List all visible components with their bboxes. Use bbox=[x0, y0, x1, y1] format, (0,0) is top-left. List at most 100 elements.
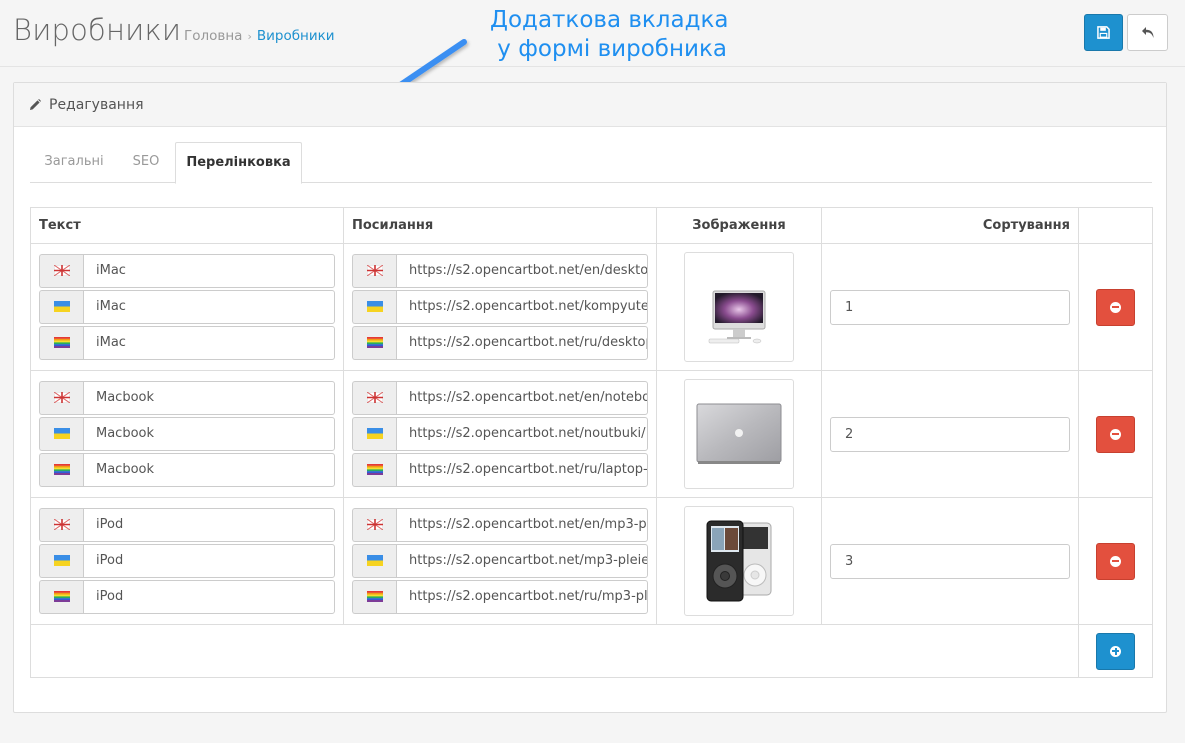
text-input-group: iPod bbox=[39, 579, 335, 614]
ipod-image bbox=[706, 520, 772, 602]
flag-uk-icon bbox=[39, 416, 83, 451]
tab-interlinking[interactable]: Перелінковка bbox=[175, 142, 302, 184]
text-input-group: iPod bbox=[39, 543, 335, 578]
action-cell bbox=[1078, 243, 1153, 371]
tab-general[interactable]: Загальні bbox=[30, 142, 118, 183]
add-row-button[interactable] bbox=[1096, 632, 1135, 670]
link-input-en[interactable]: https://s2.opencartbot.net/en/notebooks/ bbox=[396, 380, 648, 415]
text-cell: Macbook Macbook Macbook bbox=[30, 370, 344, 498]
link-input-group: https://s2.opencartbot.net/ru/desktops/ bbox=[352, 325, 648, 360]
minus-circle-icon bbox=[1110, 428, 1121, 440]
link-input-group: https://s2.opencartbot.net/en/notebooks/ bbox=[352, 380, 648, 415]
column-header-sort: Сортування bbox=[821, 207, 1079, 244]
image-thumbnail[interactable] bbox=[684, 506, 794, 616]
breadcrumb-current[interactable]: Виробники bbox=[257, 28, 335, 44]
flag-en-icon bbox=[39, 507, 83, 542]
text-input-en[interactable]: iPod bbox=[83, 507, 335, 542]
flag-en-icon bbox=[366, 265, 383, 276]
flag-ru-icon bbox=[53, 591, 70, 602]
flag-uk-icon bbox=[39, 543, 83, 578]
flag-en-icon bbox=[366, 519, 383, 530]
image-cell bbox=[656, 497, 822, 625]
minus-circle-icon bbox=[1110, 301, 1121, 313]
back-button[interactable] bbox=[1127, 14, 1168, 51]
flag-ru-icon bbox=[352, 452, 396, 487]
flag-en-icon bbox=[352, 380, 396, 415]
text-input-uk[interactable]: Macbook bbox=[83, 416, 335, 451]
text-input-ru[interactable]: iMac bbox=[83, 325, 335, 360]
flag-uk-icon bbox=[39, 289, 83, 324]
flag-ru-icon bbox=[366, 591, 383, 602]
edit-panel: Редагування Загальні SEO Перелінковка Те… bbox=[13, 82, 1167, 713]
sort-cell: 2 bbox=[821, 370, 1079, 498]
sort-cell: 1 bbox=[821, 243, 1079, 371]
text-input-group: Macbook bbox=[39, 452, 335, 487]
link-input-uk[interactable]: https://s2.opencartbot.net/mp3-pleiery/ bbox=[396, 543, 648, 578]
flag-ru-icon bbox=[39, 579, 83, 614]
flag-ru-icon bbox=[39, 452, 83, 487]
link-input-ru[interactable]: https://s2.opencartbot.net/ru/laptop-not… bbox=[396, 452, 648, 487]
flag-ru-icon bbox=[366, 337, 383, 348]
link-cell: https://s2.opencartbot.net/en/notebooks/… bbox=[343, 370, 657, 498]
flag-ru-icon bbox=[366, 464, 383, 475]
macbook-image bbox=[696, 403, 782, 464]
footer-spacer bbox=[30, 624, 1079, 678]
text-input-ru[interactable]: iPod bbox=[83, 579, 335, 614]
image-thumbnail[interactable] bbox=[684, 252, 794, 362]
action-cell bbox=[1078, 624, 1153, 678]
link-input-ru[interactable]: https://s2.opencartbot.net/ru/mp3-player… bbox=[396, 579, 648, 614]
links-table: Текст Посилання Зображення Сортування iM… bbox=[30, 207, 1153, 678]
flag-en-icon bbox=[39, 380, 83, 415]
link-input-group: https://s2.opencartbot.net/ru/laptop-not… bbox=[352, 452, 648, 487]
image-thumbnail[interactable] bbox=[684, 379, 794, 489]
column-header-image: Зображення bbox=[656, 207, 822, 244]
remove-row-button[interactable] bbox=[1096, 288, 1135, 326]
link-input-en[interactable]: https://s2.opencartbot.net/en/mp3-player… bbox=[396, 507, 648, 542]
text-input-en[interactable]: Macbook bbox=[83, 380, 335, 415]
plus-circle-icon bbox=[1110, 645, 1121, 657]
tab-seo[interactable]: SEO bbox=[118, 142, 174, 183]
table-footer-row bbox=[30, 624, 1153, 678]
action-cell bbox=[1078, 370, 1153, 498]
text-input-group: Macbook bbox=[39, 380, 335, 415]
text-input-uk[interactable]: iMac bbox=[83, 289, 335, 324]
column-header-text: Текст bbox=[30, 207, 344, 244]
text-input-group: iPod bbox=[39, 507, 335, 542]
text-input-group: Macbook bbox=[39, 416, 335, 451]
link-input-uk[interactable]: https://s2.opencartbot.net/kompyutery/ bbox=[396, 289, 648, 324]
link-input-group: https://s2.opencartbot.net/en/mp3-player… bbox=[352, 507, 648, 542]
table-row: Macbook Macbook Macbook https://s2.openc… bbox=[30, 370, 1153, 498]
breadcrumb: Головна › Виробники bbox=[184, 28, 335, 44]
flag-uk-icon bbox=[53, 555, 70, 566]
link-input-group: https://s2.opencartbot.net/ru/mp3-player… bbox=[352, 579, 648, 614]
text-input-ru[interactable]: Macbook bbox=[83, 452, 335, 487]
sort-order-input[interactable]: 2 bbox=[830, 416, 1070, 452]
link-input-uk[interactable]: https://s2.opencartbot.net/noutbuki/ bbox=[396, 416, 648, 451]
text-input-group: iMac bbox=[39, 325, 335, 360]
breadcrumb-home[interactable]: Головна bbox=[184, 28, 242, 44]
table-row: iPod iPod iPod https://s2.opencartbot.ne… bbox=[30, 497, 1153, 625]
breadcrumb-separator: › bbox=[247, 30, 252, 43]
remove-row-button[interactable] bbox=[1096, 415, 1135, 453]
text-input-en[interactable]: iMac bbox=[83, 253, 335, 288]
page-title: Виробники bbox=[13, 13, 182, 47]
save-button[interactable] bbox=[1084, 14, 1123, 51]
sort-order-input[interactable]: 3 bbox=[830, 543, 1070, 579]
text-input-uk[interactable]: iPod bbox=[83, 543, 335, 578]
floppy-disk-icon bbox=[1097, 26, 1110, 39]
link-input-group: https://s2.opencartbot.net/mp3-pleiery/ bbox=[352, 543, 648, 578]
panel-heading: Редагування bbox=[14, 83, 1166, 127]
flag-ru-icon bbox=[53, 337, 70, 348]
panel-title: Редагування bbox=[49, 96, 144, 113]
flag-uk-icon bbox=[352, 543, 396, 578]
flag-uk-icon bbox=[366, 301, 383, 312]
remove-row-button[interactable] bbox=[1096, 542, 1135, 580]
flag-ru-icon bbox=[352, 325, 396, 360]
reply-arrow-icon bbox=[1141, 27, 1153, 38]
text-input-group: iMac bbox=[39, 289, 335, 324]
minus-circle-icon bbox=[1110, 555, 1121, 567]
sort-order-input[interactable]: 1 bbox=[830, 289, 1070, 325]
flag-ru-icon bbox=[39, 325, 83, 360]
link-input-ru[interactable]: https://s2.opencartbot.net/ru/desktops/ bbox=[396, 325, 648, 360]
link-input-en[interactable]: https://s2.opencartbot.net/en/desktops/ bbox=[396, 253, 648, 288]
